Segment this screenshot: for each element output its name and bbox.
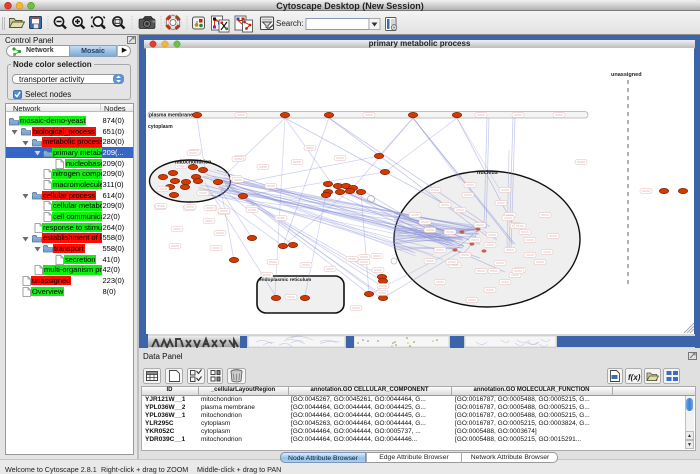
- svg-text:nucleus: nucleus: [477, 170, 498, 176]
- svg-text:unassigned: unassigned: [611, 72, 642, 78]
- svg-text:endoplasmic reticulum: endoplasmic reticulum: [259, 277, 311, 283]
- svg-text:mitochondrion: mitochondrion: [175, 160, 211, 166]
- svg-text:plasma membrane: plasma membrane: [149, 113, 193, 119]
- svg-text:f(x): f(x): [628, 373, 641, 382]
- svg-text:Search:: Search:: [276, 19, 304, 28]
- svg-text:cytoplasm: cytoplasm: [148, 124, 173, 130]
